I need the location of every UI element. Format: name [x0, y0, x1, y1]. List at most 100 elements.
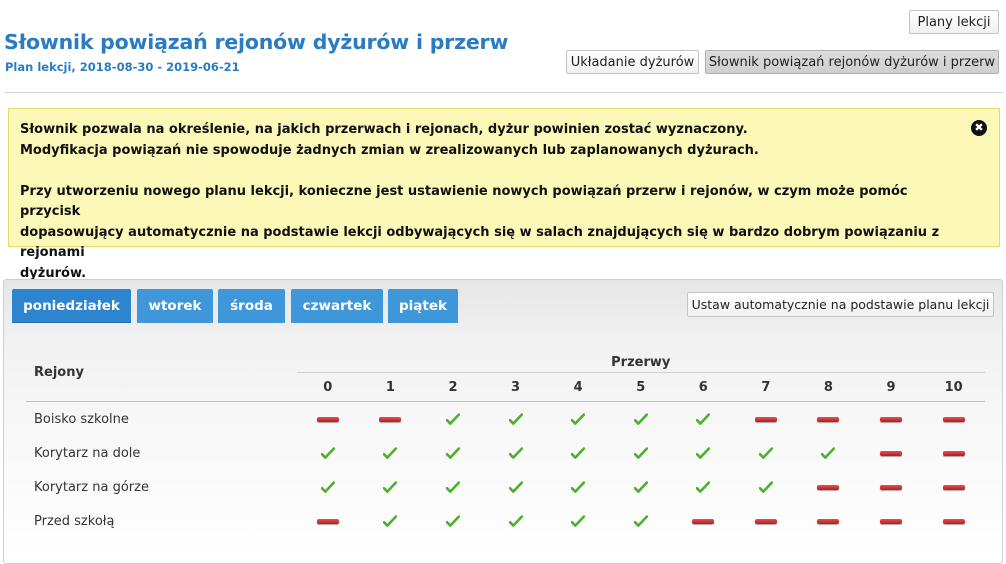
break-number-header: 1	[359, 372, 422, 402]
tab-czwartek[interactable]: czwartek	[291, 289, 383, 323]
checkmark-icon	[445, 412, 460, 425]
minus-icon	[880, 450, 903, 456]
assignment-cell[interactable]	[797, 504, 860, 538]
break-number-header: 2	[421, 372, 485, 402]
assignment-cell[interactable]	[609, 402, 672, 437]
header-divider	[4, 92, 1003, 93]
break-number-header: 5	[609, 372, 672, 402]
assignment-cell[interactable]	[547, 470, 610, 504]
assignment-cell[interactable]	[609, 504, 672, 538]
checkmark-icon	[571, 412, 586, 425]
break-number-header: 6	[672, 372, 735, 402]
checkmark-icon	[383, 480, 398, 493]
assignment-cell[interactable]	[797, 402, 860, 437]
checkmark-icon	[696, 412, 711, 425]
assignment-cell[interactable]	[860, 402, 923, 437]
assignment-cell[interactable]	[672, 436, 735, 470]
assignment-cell[interactable]	[484, 402, 547, 437]
tab-poniedzialek[interactable]: poniedziałek	[12, 289, 131, 323]
alert-line: Modyfikacja powiązań nie spowoduje żadny…	[20, 142, 759, 158]
assignment-cell[interactable]	[797, 470, 860, 504]
assignment-cell[interactable]	[860, 504, 923, 538]
table-row: Przed szkołą	[26, 504, 985, 538]
table-row: Korytarz na górze	[26, 470, 985, 504]
slownik-button[interactable]: Słownik powiązań rejonów dyżurów i przer…	[705, 50, 999, 74]
assignment-cell[interactable]	[547, 504, 610, 538]
tab-piatek[interactable]: piątek	[388, 289, 458, 323]
assignment-cell[interactable]	[735, 504, 798, 538]
rejon-name: Korytarz na dole	[34, 445, 141, 461]
assignment-cell[interactable]	[860, 436, 923, 470]
checkmark-icon	[633, 412, 648, 425]
rejony-header: Rejony	[26, 344, 297, 402]
assignment-cell[interactable]	[297, 402, 360, 437]
break-number-header: 10	[922, 372, 985, 402]
assignment-cell[interactable]	[422, 436, 485, 470]
rejon-name: Przed szkołą	[34, 513, 115, 529]
break-number-header: 7	[734, 372, 798, 402]
assignment-cell[interactable]	[547, 402, 610, 437]
assignment-cell[interactable]	[484, 436, 547, 470]
assignment-cell[interactable]	[860, 470, 923, 504]
assignment-cell[interactable]	[484, 470, 547, 504]
assignment-cell[interactable]	[359, 436, 422, 470]
assignment-cell[interactable]	[359, 504, 422, 538]
tab-wtorek[interactable]: wtorek	[137, 289, 213, 323]
assignment-cell[interactable]	[922, 436, 985, 470]
checkmark-icon	[571, 480, 586, 493]
minus-icon	[692, 518, 715, 524]
rejon-name: Boisko szkolne	[34, 411, 129, 427]
tab-sroda[interactable]: środa	[218, 289, 285, 323]
checkmark-icon	[571, 446, 586, 459]
assignment-cell[interactable]	[422, 402, 485, 437]
alert-line: Przy utworzeniu nowego planu lekcji, kon…	[20, 183, 908, 220]
checkmark-icon	[445, 480, 460, 493]
checkmark-icon	[758, 446, 773, 459]
assignment-cell[interactable]	[422, 504, 485, 538]
assignment-cell[interactable]	[609, 470, 672, 504]
assignment-cell[interactable]	[547, 436, 610, 470]
checkmark-icon	[445, 446, 460, 459]
table-row: Korytarz na dole	[26, 436, 985, 470]
assignment-cell[interactable]	[422, 470, 485, 504]
assignment-cell[interactable]	[922, 470, 985, 504]
rejon-name: Korytarz na górze	[34, 479, 149, 495]
assignment-cell[interactable]	[484, 504, 547, 538]
assignment-cell[interactable]	[297, 436, 360, 470]
checkmark-icon	[633, 446, 648, 459]
minus-icon	[817, 484, 840, 490]
assignment-cell[interactable]	[922, 402, 985, 437]
alert-line: dopasowujący automatycznie na podstawie …	[20, 224, 940, 261]
plany-lekcji-button[interactable]: Plany lekcji	[909, 10, 999, 34]
page-subtitle: Plan lekcji, 2018-08-30 - 2019-06-21	[5, 60, 240, 74]
page-title: Słownik powiązań rejonów dyżurów i przer…	[4, 30, 509, 54]
checkmark-icon	[320, 446, 335, 459]
assignment-cell[interactable]	[735, 436, 798, 470]
minus-icon	[316, 416, 339, 422]
close-icon[interactable]: ✖	[971, 120, 987, 136]
assignment-cell[interactable]	[609, 436, 672, 470]
auto-assign-button[interactable]: Ustaw automatycznie na podstawie planu l…	[687, 292, 994, 317]
minus-icon	[754, 518, 777, 524]
assignment-cell[interactable]	[672, 402, 735, 437]
break-number-header: 3	[484, 372, 547, 402]
checkmark-icon	[508, 480, 523, 493]
assignment-cell[interactable]	[735, 402, 798, 437]
minus-icon	[880, 416, 903, 422]
assignment-cell[interactable]	[359, 402, 422, 437]
minus-icon	[942, 450, 965, 456]
assignment-cell[interactable]	[735, 470, 798, 504]
minus-icon	[817, 416, 840, 422]
assignment-cell[interactable]	[672, 470, 735, 504]
assignment-cell[interactable]	[297, 470, 360, 504]
checkmark-icon	[633, 514, 648, 527]
assignment-cell[interactable]	[797, 436, 860, 470]
checkmark-icon	[696, 446, 711, 459]
assignment-cell[interactable]	[922, 504, 985, 538]
assignment-cell[interactable]	[297, 504, 360, 538]
minus-icon	[942, 416, 965, 422]
ukladanie-dyzurow-button[interactable]: Układanie dyżurów	[566, 50, 699, 74]
assignment-cell[interactable]	[359, 470, 422, 504]
assignment-cell[interactable]	[672, 504, 735, 538]
checkmark-icon	[571, 514, 586, 527]
